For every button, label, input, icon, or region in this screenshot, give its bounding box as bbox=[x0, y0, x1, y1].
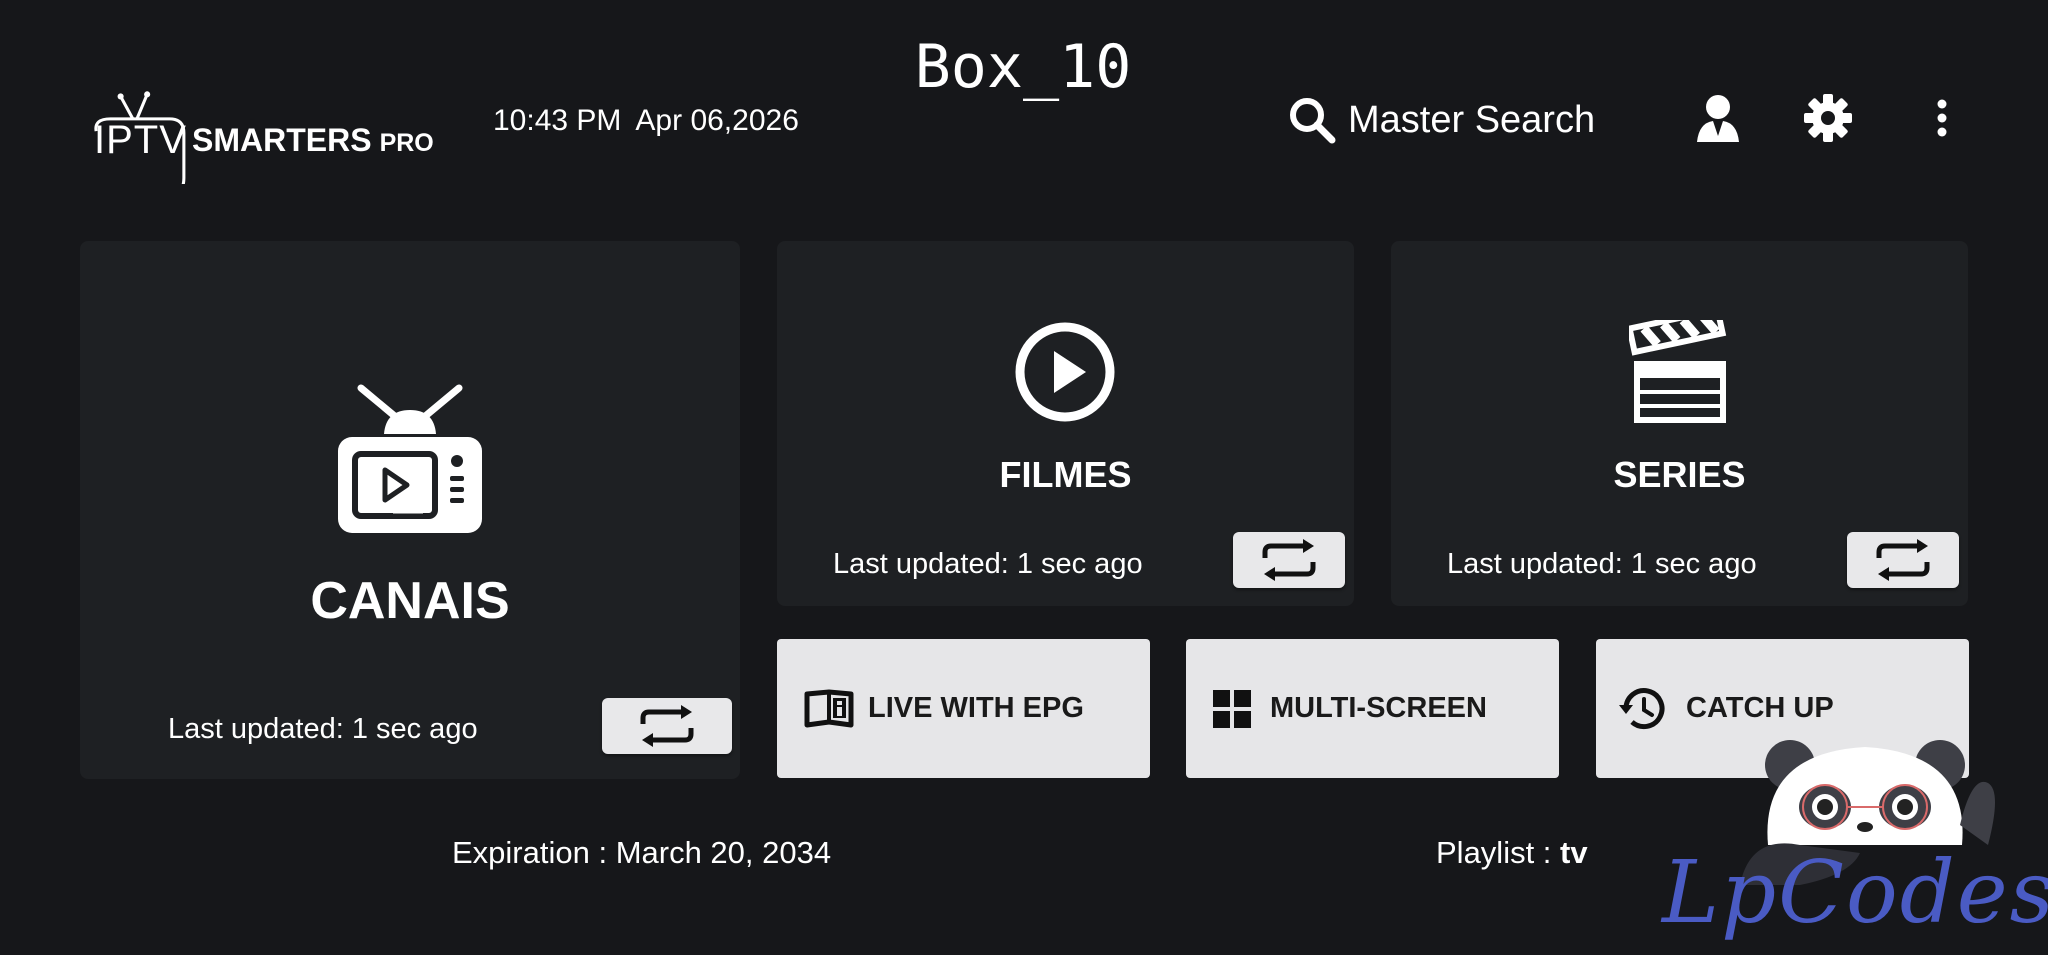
logo-smarters-text: SMARTERS PRO bbox=[192, 122, 434, 159]
more-vertical-icon bbox=[1937, 99, 1947, 137]
catch-up-label: CATCH UP bbox=[1686, 692, 1834, 724]
refresh-icon bbox=[640, 705, 694, 747]
app-logo: IPTV SMARTERS PRO bbox=[86, 66, 446, 184]
user-icon bbox=[1697, 95, 1739, 142]
playlist-value: tv bbox=[1560, 835, 1588, 870]
logo-iptv-text: IPTV bbox=[94, 118, 187, 162]
search-icon bbox=[1290, 98, 1336, 144]
history-icon bbox=[1619, 687, 1665, 729]
multi-screen-button[interactable]: MULTI-SCREEN bbox=[1186, 639, 1559, 778]
grid-icon bbox=[1213, 689, 1251, 728]
canais-last-updated: Last updated: 1 sec ago bbox=[168, 713, 478, 745]
canais-refresh-button[interactable] bbox=[602, 698, 732, 754]
clock-date: Apr 06,2026 bbox=[635, 104, 799, 137]
filmes-refresh-button[interactable] bbox=[1233, 532, 1345, 588]
refresh-icon bbox=[1876, 539, 1930, 581]
clapperboard-icon bbox=[1629, 320, 1727, 423]
playlist-info: Playlist : tv bbox=[1436, 835, 1588, 871]
series-last-updated: Last updated: 1 sec ago bbox=[1447, 548, 1757, 580]
page-title: Box_10 bbox=[914, 32, 1132, 102]
master-search-button[interactable]: Master Search bbox=[1286, 90, 1595, 150]
date-time: 10:43 PM Apr 06,2026 bbox=[493, 104, 799, 138]
master-search-label: Master Search bbox=[1348, 98, 1596, 141]
playlist-label: Playlist : bbox=[1436, 835, 1561, 870]
refresh-icon bbox=[1262, 539, 1316, 581]
filmes-card[interactable]: FILMES Last updated: 1 sec ago bbox=[777, 241, 1354, 606]
series-title: SERIES bbox=[1613, 454, 1746, 495]
book-info-icon bbox=[804, 689, 854, 727]
live-with-epg-button[interactable]: LIVE WITH EPG bbox=[777, 639, 1150, 778]
live-with-epg-label: LIVE WITH EPG bbox=[868, 692, 1084, 724]
filmes-last-updated: Last updated: 1 sec ago bbox=[833, 548, 1143, 580]
more-menu-button[interactable] bbox=[1914, 90, 1970, 146]
multi-screen-label: MULTI-SCREEN bbox=[1270, 692, 1487, 724]
canais-card[interactable]: CANAIS Last updated: 1 sec ago bbox=[80, 241, 740, 779]
logo-pro-word: PRO bbox=[379, 129, 434, 157]
gear-icon bbox=[1804, 94, 1852, 142]
profile-button[interactable] bbox=[1690, 90, 1746, 146]
logo-smarters-word: SMARTERS bbox=[192, 122, 372, 158]
canais-title: CANAIS bbox=[310, 572, 510, 630]
filmes-title: FILMES bbox=[999, 454, 1132, 495]
watermark: LpCodes bbox=[1660, 735, 2048, 950]
series-refresh-button[interactable] bbox=[1847, 532, 1959, 588]
watermark-text: LpCodes bbox=[1662, 843, 2048, 943]
play-circle-icon bbox=[1015, 322, 1115, 422]
series-card[interactable]: SERIES Last updated: 1 sec ago bbox=[1391, 241, 1968, 606]
expiration-text: Expiration : March 20, 2034 bbox=[452, 835, 832, 870]
tv-icon bbox=[338, 384, 482, 533]
clock-time: 10:43 PM bbox=[493, 104, 622, 137]
settings-button[interactable] bbox=[1800, 90, 1856, 146]
